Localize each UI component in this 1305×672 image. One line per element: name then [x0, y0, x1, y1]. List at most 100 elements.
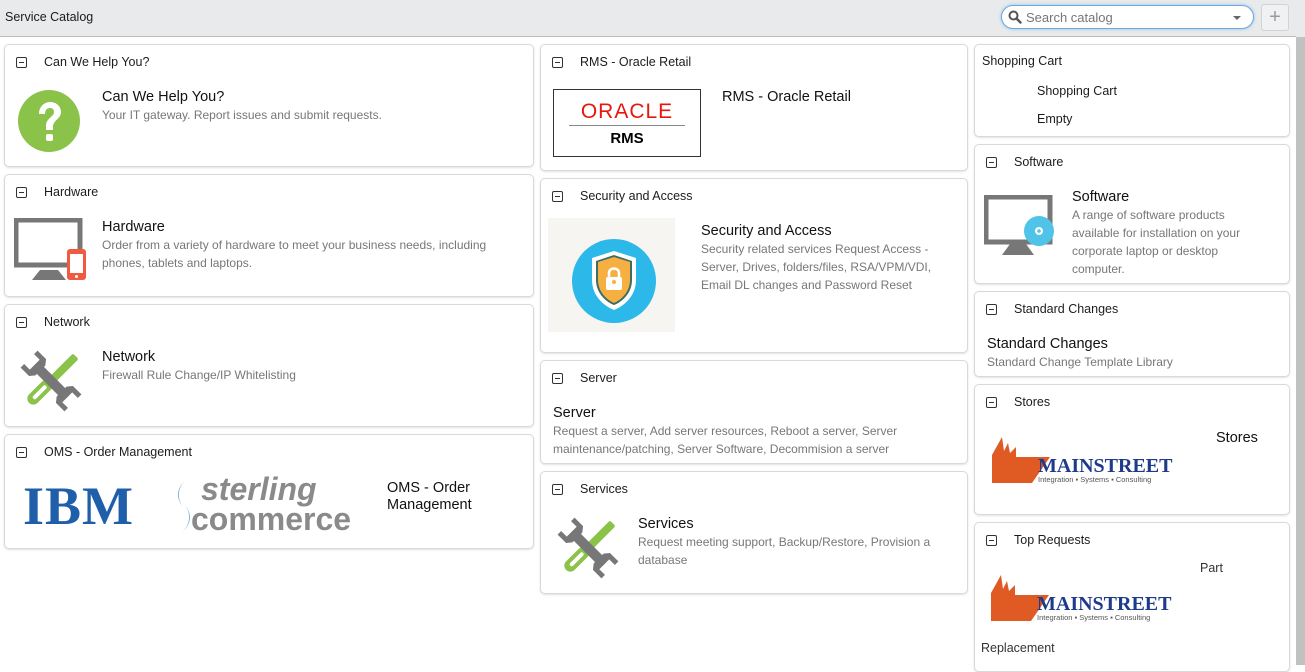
collapse-icon[interactable] [552, 483, 563, 495]
item-title[interactable]: Stores [1216, 430, 1258, 446]
item-description: Your IT gateway. Report issues and submi… [102, 108, 382, 122]
card-header-label: Shopping Cart [982, 54, 1062, 68]
card-header-label: Security and Access [580, 189, 693, 203]
card-header-label: Top Requests [1014, 533, 1091, 547]
category-card-standard-changes: Standard Changes Standard Changes Standa… [974, 291, 1290, 377]
cart-title[interactable]: Shopping Cart [1037, 84, 1117, 98]
item-description: Order from a variety of hardware to meet… [102, 238, 487, 270]
card-header: Stores [986, 394, 1050, 410]
category-card-can-we-help: Can We Help You? Can We Help You? Your I… [4, 44, 534, 167]
item-title[interactable]: Services [638, 516, 694, 532]
search-icon [1008, 10, 1022, 24]
card-header: Server [552, 370, 617, 386]
wrench-screwdriver-icon[interactable] [555, 515, 621, 581]
collapse-icon[interactable] [552, 372, 563, 384]
card-header-label: Standard Changes [1014, 302, 1119, 316]
item-title[interactable]: Standard Changes [987, 336, 1108, 352]
card-header: RMS - Oracle Retail [552, 54, 691, 70]
item-title[interactable]: Server [553, 405, 596, 421]
item-description: Firewall Rule Change/IP Whitelisting [102, 368, 296, 382]
mainstreet-tagline: Integration ▪ Systems ▪ Consulting [1037, 613, 1151, 622]
item-title-line2: Management [387, 497, 472, 513]
collapse-icon[interactable] [16, 186, 27, 198]
card-header: Hardware [16, 184, 98, 200]
shield-lock-icon[interactable] [548, 218, 675, 332]
ibm-logo: IBM [23, 476, 134, 536]
card-header: Standard Changes [986, 301, 1118, 317]
monitor-phone-icon[interactable] [14, 218, 88, 282]
card-header-label: Hardware [44, 185, 99, 199]
collapse-icon[interactable] [986, 396, 997, 408]
card-header-label: Network [44, 315, 90, 329]
item-title[interactable]: Network [102, 349, 155, 365]
item-description: Security related services Request Access… [701, 242, 932, 292]
category-card-stores: Stores MAINSTREET Integration ▪ Systems … [974, 384, 1290, 515]
card-header: Software [986, 154, 1063, 170]
card-header: Security and Access [552, 188, 693, 204]
search-input[interactable] [1026, 9, 1226, 25]
mainstreet-logo[interactable]: MAINSTREET Integration ▪ Systems ▪ Consu… [992, 433, 1192, 487]
mainstreet-tagline: Integration ▪ Systems ▪ Consulting [1038, 475, 1152, 484]
monitor-disc-icon[interactable] [984, 195, 1056, 255]
top-request-part-label[interactable]: Part [1200, 561, 1223, 575]
item-description: Request meeting support, Backup/Restore,… [638, 535, 931, 567]
category-card-network: Network Network Firewall Rule Change/IP … [4, 304, 534, 427]
item-title-line1: OMS - Order [387, 480, 470, 496]
commerce-text: commerce [191, 501, 352, 537]
oracle-text: ORACLE [580, 100, 674, 123]
category-card-security-access: Security and Access Security and Access … [540, 178, 968, 353]
add-button[interactable]: + [1261, 4, 1289, 31]
item-title[interactable]: Security and Access [701, 223, 832, 239]
page-title: Service Catalog [5, 10, 94, 24]
item-title[interactable]: Can We Help You? [102, 89, 224, 105]
card-header: Top Requests [986, 532, 1090, 548]
card-header-label: OMS - Order Management [44, 445, 192, 459]
chevron-down-icon[interactable] [1233, 16, 1241, 20]
collapse-icon[interactable] [986, 303, 997, 315]
card-header-label: Software [1014, 155, 1064, 169]
scrollbar-top [1296, 0, 1305, 37]
help-question-icon[interactable] [18, 90, 80, 152]
card-header: OMS - Order Management [16, 444, 192, 460]
card-header-label: Stores [1014, 395, 1051, 409]
category-card-top-requests: Top Requests MAINSTREET Integration ▪ Sy… [974, 522, 1290, 672]
oracle-rms-logo[interactable]: ORACLE RMS [553, 89, 701, 157]
ibm-sterling-logo[interactable]: IBM sterling commerce [23, 471, 368, 537]
card-header: Network [16, 314, 90, 330]
top-bar: Service Catalog + [0, 0, 1305, 37]
collapse-icon[interactable] [986, 534, 997, 546]
item-title[interactable]: Hardware [102, 219, 165, 235]
category-card-rms-oracle: RMS - Oracle Retail ORACLE RMS RMS - Ora… [540, 44, 968, 171]
collapse-icon[interactable] [16, 316, 27, 328]
rms-text: RMS [610, 130, 644, 147]
wrench-screwdriver-icon[interactable] [18, 348, 84, 414]
search-catalog-field[interactable] [1001, 5, 1254, 29]
collapse-icon[interactable] [986, 156, 997, 168]
card-header: Can We Help You? [16, 54, 149, 70]
shopping-cart-card: Shopping Cart Shopping Cart Empty [974, 44, 1290, 137]
collapse-icon[interactable] [552, 56, 563, 68]
card-header: Services [552, 481, 628, 497]
top-request-replacement-label[interactable]: Replacement [981, 641, 1055, 655]
collapse-icon[interactable] [16, 56, 27, 68]
category-card-oms: OMS - Order Management IBM sterling comm… [4, 434, 534, 549]
item-description: A range of software products available f… [1072, 208, 1241, 276]
item-description: Standard Change Template Library [987, 355, 1173, 369]
item-description: Request a server, Add server resources, … [553, 424, 898, 456]
category-card-software: Software Software A range of software pr… [974, 144, 1290, 284]
item-title[interactable]: Software [1072, 189, 1129, 205]
collapse-icon[interactable] [552, 190, 563, 202]
collapse-icon[interactable] [16, 446, 27, 458]
card-header-label: Can We Help You? [44, 55, 150, 69]
card-header-label: RMS - Oracle Retail [580, 55, 692, 69]
item-title[interactable]: OMS - Order Management [387, 480, 472, 514]
vertical-scrollbar[interactable] [1296, 37, 1305, 665]
category-card-hardware: Hardware Hardware Order from a variety o… [4, 174, 534, 297]
oracle-divider [569, 125, 685, 126]
category-card-services: Services Services Request meeting suppor… [540, 471, 968, 594]
mainstreet-logo[interactable]: MAINSTREET Integration ▪ Systems ▪ Consu… [991, 571, 1191, 625]
card-header-label: Server [580, 371, 617, 385]
card-header-label: Services [580, 482, 628, 496]
item-title[interactable]: RMS - Oracle Retail [722, 89, 851, 105]
category-card-server: Server Server Request a server, Add serv… [540, 360, 968, 464]
